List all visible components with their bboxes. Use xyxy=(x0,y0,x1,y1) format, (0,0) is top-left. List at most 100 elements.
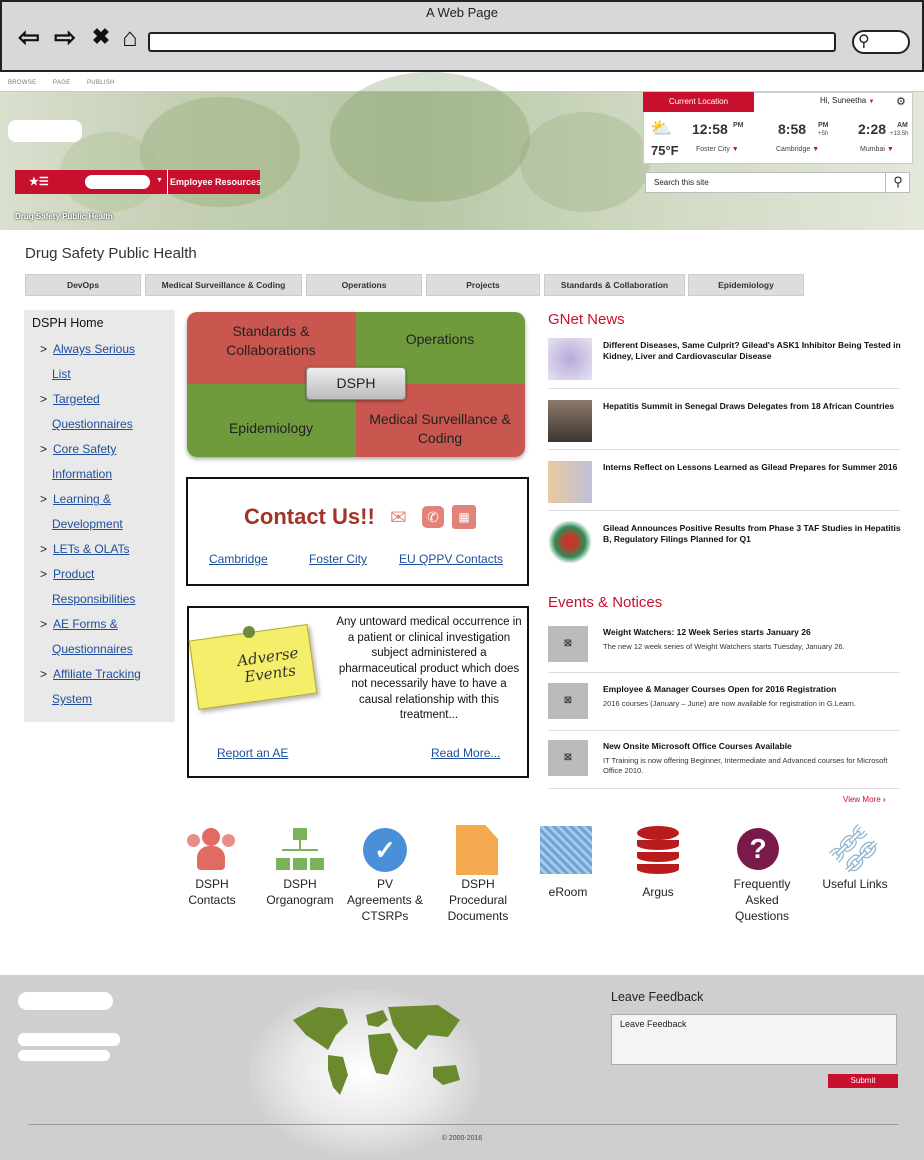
url-bar[interactable] xyxy=(148,32,836,52)
contact-eu-qppv-link[interactable]: EU QPPV Contacts xyxy=(399,552,503,566)
nav-item[interactable]: > Always Serious List xyxy=(40,337,170,387)
contact-foster-city-link[interactable]: Foster City xyxy=(309,552,367,566)
nav-list: > Always Serious List > Targeted Questionn… xyxy=(40,337,170,712)
nav-item[interactable]: > AE Forms & Questionnaires xyxy=(40,612,170,662)
partly-cloudy-icon: ⛅ xyxy=(650,118,673,138)
news-item[interactable]: Interns Reflect on Lessons Learned as Gi… xyxy=(603,462,901,473)
news-thumbnail[interactable] xyxy=(548,461,592,503)
fax-icon[interactable]: ▦ xyxy=(452,505,476,529)
copyright: © 2000-2016 xyxy=(441,1135,483,1142)
forward-arrow-icon[interactable]: ⇨ xyxy=(50,22,80,52)
ribbon-browse[interactable]: BROWSE xyxy=(8,80,36,86)
current-location-tab[interactable]: Current Location xyxy=(643,92,754,112)
gear-icon[interactable]: ⚙ xyxy=(896,95,906,108)
news-thumbnail[interactable] xyxy=(548,521,592,563)
back-arrow-icon[interactable]: ⇦ xyxy=(14,22,44,52)
event-title[interactable]: New Onsite Microsoft Office Courses Avai… xyxy=(603,741,901,752)
database-icon[interactable] xyxy=(637,826,679,876)
nav-item[interactable]: > Product Responsibilities xyxy=(40,562,170,612)
event-icon: ⊠ xyxy=(548,683,588,719)
contact-us-title: Contact Us!! xyxy=(244,504,375,529)
quicklink-faq[interactable]: Frequently Asked Questions xyxy=(722,876,802,924)
site-search-input[interactable]: Search this site xyxy=(645,172,910,193)
org-chart-icon[interactable] xyxy=(276,828,324,874)
document-icon[interactable] xyxy=(456,825,498,875)
tab-standards-collaboration[interactable]: Standards & Collaboration xyxy=(544,274,685,296)
adverse-events-description: Any untoward medical occurrence in a pat… xyxy=(336,616,522,721)
check-circle-icon[interactable]: ✓ xyxy=(363,828,407,872)
employee-resources-bar[interactable]: ★☰ ▼ Employee Resources xyxy=(15,170,261,194)
quicklink-eroom[interactable]: eRoom xyxy=(528,884,608,900)
nav-item[interactable]: > LETs & OLATs xyxy=(40,537,170,562)
view-more-link[interactable]: View More › xyxy=(843,795,886,804)
news-item[interactable]: Gilead Announces Positive Results from P… xyxy=(603,523,901,545)
event-title[interactable]: Employee & Manager Courses Open for 2016… xyxy=(603,684,901,695)
hidden-menu-label[interactable] xyxy=(85,175,150,189)
contact-cambridge-link[interactable]: Cambridge xyxy=(209,552,268,566)
footer-link-blot xyxy=(18,1050,110,1061)
news-item[interactable]: Hepatitis Summit in Senegal Draws Delega… xyxy=(603,401,901,412)
employee-resources-link[interactable]: Employee Resources xyxy=(161,177,261,187)
quicklink-dsph-contacts[interactable]: DSPH Contacts xyxy=(172,876,252,908)
temperature: 75°F xyxy=(651,143,679,158)
ribbon-page[interactable]: PAGE xyxy=(53,80,70,86)
quicklink-procedural-documents[interactable]: DSPH Procedural Documents xyxy=(438,876,518,924)
quicklink-argus[interactable]: Argus xyxy=(618,884,698,900)
read-more-link[interactable]: Read More... xyxy=(431,746,500,760)
clock-cambridge: 8:58 xyxy=(778,121,807,137)
gnet-news-title: GNet News xyxy=(548,311,625,328)
event-text: The new 12 week series of Weight Watcher… xyxy=(603,642,845,651)
events-notices-title: Events & Notices xyxy=(548,594,663,611)
news-item[interactable]: Different Diseases, Same Culprit? Gilead… xyxy=(603,340,901,362)
feedback-textarea[interactable]: Leave Feedback xyxy=(611,1014,897,1065)
nav-item[interactable]: > Core Safety Information xyxy=(40,437,170,487)
magnifier-icon: ⚲ xyxy=(858,33,870,50)
city-mumbai[interactable]: Mumbai ▼ xyxy=(860,146,894,153)
contact-us-box xyxy=(186,477,529,586)
tab-devops[interactable]: DevOps xyxy=(25,274,141,296)
dsph-center-button[interactable]: DSPH xyxy=(306,367,406,400)
nav-item[interactable]: > Affiliate Tracking System xyxy=(40,662,170,712)
clock-foster-city: 12:58 xyxy=(692,121,728,137)
quicklink-useful-links[interactable]: Useful Links xyxy=(815,876,895,892)
user-greeting[interactable]: Hi, Suneetha ▼ xyxy=(820,96,874,105)
event-text: 2016 courses (January – June) are now av… xyxy=(603,699,857,708)
tab-operations[interactable]: Operations xyxy=(306,274,422,296)
city-cambridge[interactable]: Cambridge ▼ xyxy=(776,146,819,153)
tab-epidemiology[interactable]: Epidemiology xyxy=(688,274,804,296)
search-icon[interactable]: ⚲ xyxy=(885,172,910,193)
event-title[interactable]: Weight Watchers: 12 Week Series starts J… xyxy=(603,627,901,638)
event-icon: ⊠ xyxy=(548,740,588,776)
mail-icon[interactable]: ✉ xyxy=(390,505,407,530)
breadcrumb[interactable]: Drug Safety Public Health xyxy=(15,212,113,221)
close-icon[interactable]: ✖ xyxy=(86,22,116,52)
event-text: IT Training is now offering Beginner, In… xyxy=(603,756,888,775)
footer-link-blot xyxy=(18,1033,120,1046)
tab-medical-surveillance[interactable]: Medical Surveillance & Coding xyxy=(145,274,302,296)
event-icon: ⊠ xyxy=(548,626,588,662)
nav-home-link[interactable]: DSPH Home xyxy=(32,316,104,330)
news-thumbnail[interactable] xyxy=(548,338,592,380)
quicklink-pv-agreements[interactable]: PV Agreements & CTSRPs xyxy=(345,876,425,924)
submit-button[interactable]: Submit xyxy=(828,1074,898,1088)
nav-item[interactable]: > Targeted Questionnaires xyxy=(40,387,170,437)
tab-projects[interactable]: Projects xyxy=(426,274,540,296)
footer-logo xyxy=(18,992,113,1010)
page-title: Drug Safety Public Health xyxy=(25,245,197,262)
quicklink-dsph-organogram[interactable]: DSPH Organogram xyxy=(260,876,340,908)
people-icon[interactable] xyxy=(187,828,235,874)
company-logo xyxy=(8,120,82,142)
window-title: A Web Page xyxy=(425,5,499,20)
news-thumbnail[interactable] xyxy=(548,400,592,442)
question-icon[interactable]: ? xyxy=(737,828,779,870)
phone-icon[interactable]: ✆ xyxy=(422,506,444,528)
nav-item[interactable]: > Learning & Development xyxy=(40,487,170,537)
city-foster-city[interactable]: Foster City ▼ xyxy=(696,146,739,153)
footer-divider xyxy=(28,1124,898,1125)
ribbon-publish[interactable]: PUBLISH xyxy=(87,80,115,86)
report-ae-link[interactable]: Report an AE xyxy=(217,746,288,760)
browser-search-box[interactable]: ⚲ xyxy=(852,30,910,54)
home-icon[interactable]: ⌂ xyxy=(115,22,145,52)
star-menu-icon[interactable]: ★☰ xyxy=(29,175,49,188)
eroom-icon[interactable] xyxy=(540,826,592,874)
